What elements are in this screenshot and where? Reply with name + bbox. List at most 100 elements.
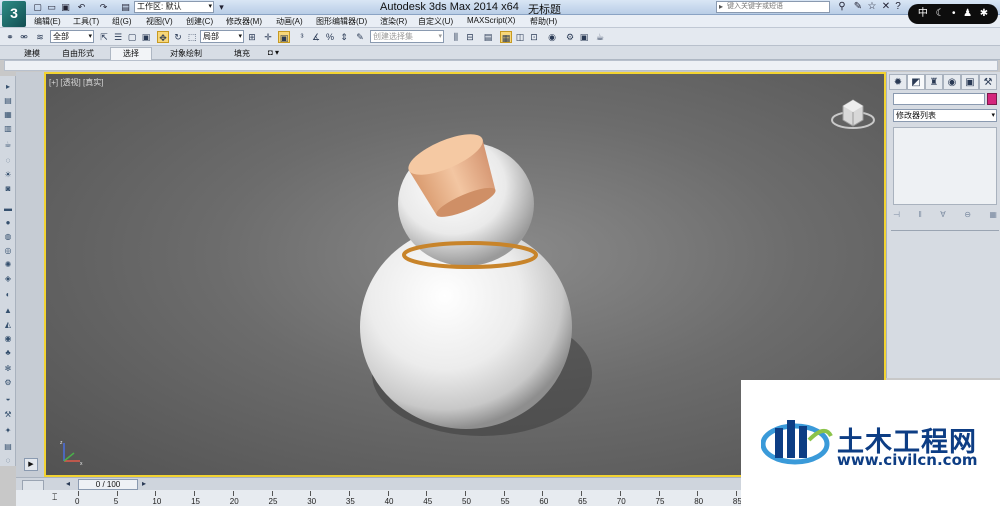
align-icon[interactable]: ⊟ — [464, 31, 476, 43]
redo-icon[interactable]: ↷ — [98, 2, 109, 13]
rect-selection-icon[interactable]: ▢ — [126, 31, 138, 43]
pyramid-icon[interactable]: ▲ — [3, 306, 13, 315]
object-color-swatch[interactable] — [987, 93, 997, 105]
spinner-snap-icon[interactable]: ⇕ — [338, 31, 350, 43]
lights-icon[interactable]: ☀ — [3, 170, 13, 179]
percent-snap-icon[interactable]: % — [324, 31, 336, 43]
modifier-list-dropdown[interactable]: 修改器列表 ▾ — [893, 109, 997, 122]
menu-modifiers[interactable]: 修改器(M) — [226, 16, 262, 27]
search-input[interactable]: ▸ 键入关键字或短语 — [716, 1, 830, 13]
configure-modifier-sets-icon[interactable]: ▦ — [989, 210, 997, 222]
shapes-icon[interactable]: ◌ — [3, 156, 13, 165]
ribbon-options-icon[interactable]: ◘ ▾ — [268, 48, 279, 57]
select-and-move-icon[interactable]: ✥ — [157, 31, 169, 43]
surface-icon[interactable]: ▦ — [3, 110, 13, 119]
modifier-stack[interactable] — [893, 127, 997, 205]
reference-coordinate-dropdown[interactable]: 局部 ▾ — [200, 30, 244, 43]
track-bar[interactable]: ⌶ 0 5 10 15 20 25 30 35 40 45 50 55 60 65 70 75 80 85 — [16, 490, 744, 506]
workspace-dropdown[interactable]: 工作区: 默认 ▾ — [134, 1, 214, 13]
unlink-icon[interactable]: ⚮ — [18, 31, 30, 43]
menu-rendering[interactable]: 渲染(R) — [380, 16, 407, 27]
ime-toolbar[interactable]: 中 ☾ • ♟ ✱ — [908, 4, 998, 24]
link-icon[interactable]: ⚭ — [4, 31, 16, 43]
time-slider-handle[interactable]: 0 / 100 — [78, 479, 138, 490]
select-and-scale-icon[interactable]: ⬚ — [186, 31, 198, 43]
object-name-field[interactable] — [893, 93, 985, 105]
open-file-icon[interactable]: ▭ — [46, 2, 57, 13]
particle-icon[interactable]: ✻ — [3, 364, 13, 373]
new-file-icon[interactable]: ▢ — [32, 2, 43, 13]
layer-manager-icon[interactable]: ▤ — [482, 31, 494, 43]
binoculars-icon[interactable]: ⚲ — [836, 1, 848, 13]
save-file-icon[interactable]: ▣ — [60, 2, 71, 13]
remove-modifier-icon[interactable]: ⊖ — [964, 210, 971, 222]
utilities-tab-icon[interactable]: ⚒ — [979, 74, 997, 90]
angle-snap-icon[interactable]: ∡ — [310, 31, 322, 43]
select-object-icon[interactable]: ⇱ — [98, 31, 110, 43]
tab-selection[interactable]: 选择 — [110, 47, 152, 60]
favorites-star-icon[interactable]: ☆ — [866, 1, 878, 13]
display-tab-icon[interactable]: ▣ — [961, 74, 979, 90]
torus-icon[interactable]: ◐ — [3, 290, 13, 299]
select-manipulate-icon[interactable]: ✛ — [262, 31, 274, 43]
time-prev-icon[interactable]: ◂ — [66, 479, 70, 488]
motion-tab-icon[interactable]: ◉ — [943, 74, 961, 90]
cameras-icon[interactable]: ◙ — [3, 184, 13, 193]
play-arrow-icon[interactable]: ▶ — [24, 458, 38, 471]
modify-tab-icon[interactable]: ◩ — [907, 74, 925, 90]
geosphere-icon[interactable]: ◍ — [3, 232, 13, 241]
create-tab-icon[interactable]: ✹ — [889, 74, 907, 90]
schematic-view-icon[interactable]: ⊡ — [528, 31, 540, 43]
tree-icon[interactable]: ♣ — [3, 348, 13, 357]
box-icon[interactable]: ▬ — [3, 204, 13, 213]
mirror-icon[interactable]: ⫼ — [450, 31, 462, 43]
rendered-frame-window-icon[interactable]: ▣ — [578, 31, 590, 43]
tab-populate[interactable]: 填充 — [234, 48, 250, 59]
time-slider[interactable]: ◂ 0 / 100 ▸ — [16, 477, 744, 490]
subscription-icon[interactable]: ✎ — [852, 1, 864, 13]
undo-icon[interactable]: ↶ — [76, 2, 87, 13]
menu-edit[interactable]: 编辑(E) — [34, 16, 61, 27]
system-icon[interactable]: ⚙ — [3, 378, 13, 387]
render-production-icon[interactable]: ☕ — [594, 31, 606, 43]
time-next-icon[interactable]: ▸ — [142, 479, 146, 488]
viewcube-icon[interactable] — [830, 94, 876, 130]
selection-filter-dropdown[interactable]: 全部 ▾ — [50, 30, 94, 43]
display-icon[interactable]: ▥ — [3, 124, 13, 133]
menu-views[interactable]: 视图(V) — [146, 16, 173, 27]
helper-icon[interactable]: ◈ — [3, 274, 13, 283]
menu-animation[interactable]: 动画(A) — [276, 16, 303, 27]
edit-named-selection-icon[interactable]: ✎ — [354, 31, 366, 43]
menu-customize[interactable]: 自定义(U) — [418, 16, 453, 27]
tab-object-paint[interactable]: 对象绘制 — [170, 48, 202, 59]
info-icon[interactable]: ◌ — [3, 456, 13, 465]
hierarchy-tab-icon[interactable]: ♜ — [925, 74, 943, 90]
window-crossing-icon[interactable]: ▣ — [140, 31, 152, 43]
help-icon[interactable]: ? — [892, 1, 904, 13]
menu-group[interactable]: 组(G) — [112, 16, 132, 27]
exchange-icon[interactable]: ✕ — [880, 1, 892, 13]
hierarchy-icon[interactable]: ◒ — [3, 394, 13, 403]
snaps-toggle-icon[interactable]: ³ — [296, 31, 308, 43]
select-by-name-icon[interactable]: ☰ — [112, 31, 124, 43]
edit-poly-icon[interactable]: ▤ — [3, 96, 13, 105]
menu-tools[interactable]: 工具(T) — [73, 16, 99, 27]
keyboard-shortcut-override-icon[interactable]: ▣ — [278, 31, 290, 43]
quick-access-more-icon[interactable]: ▾ — [216, 2, 227, 13]
named-selection-dropdown[interactable]: 创建选择集 ▾ — [370, 30, 444, 43]
curve-editor-icon[interactable]: ◫ — [514, 31, 526, 43]
select-and-rotate-icon[interactable]: ↻ — [172, 31, 184, 43]
globe-icon[interactable]: ◉ — [3, 334, 13, 343]
teapot-icon[interactable]: ☕ — [3, 140, 13, 149]
settings-icon[interactable]: ✦ — [3, 426, 13, 435]
create-icon[interactable]: ▸ — [3, 82, 13, 91]
menu-maxscript[interactable]: MAXScript(X) — [467, 16, 515, 25]
tab-freeform[interactable]: 自由形式 — [62, 48, 94, 59]
utility-icon[interactable]: ⚒ — [3, 410, 13, 419]
graphite-toolbar-icon[interactable]: ▦ — [500, 31, 512, 43]
project-folder-icon[interactable]: ▤ — [120, 2, 131, 13]
tab-modeling[interactable]: 建模 — [24, 48, 40, 59]
menu-graph-editors[interactable]: 图形编辑器(D) — [316, 16, 367, 27]
app-menu-button[interactable]: 3 — [2, 1, 26, 27]
curve-editor-mini-icon[interactable]: ⌶ — [52, 492, 57, 503]
